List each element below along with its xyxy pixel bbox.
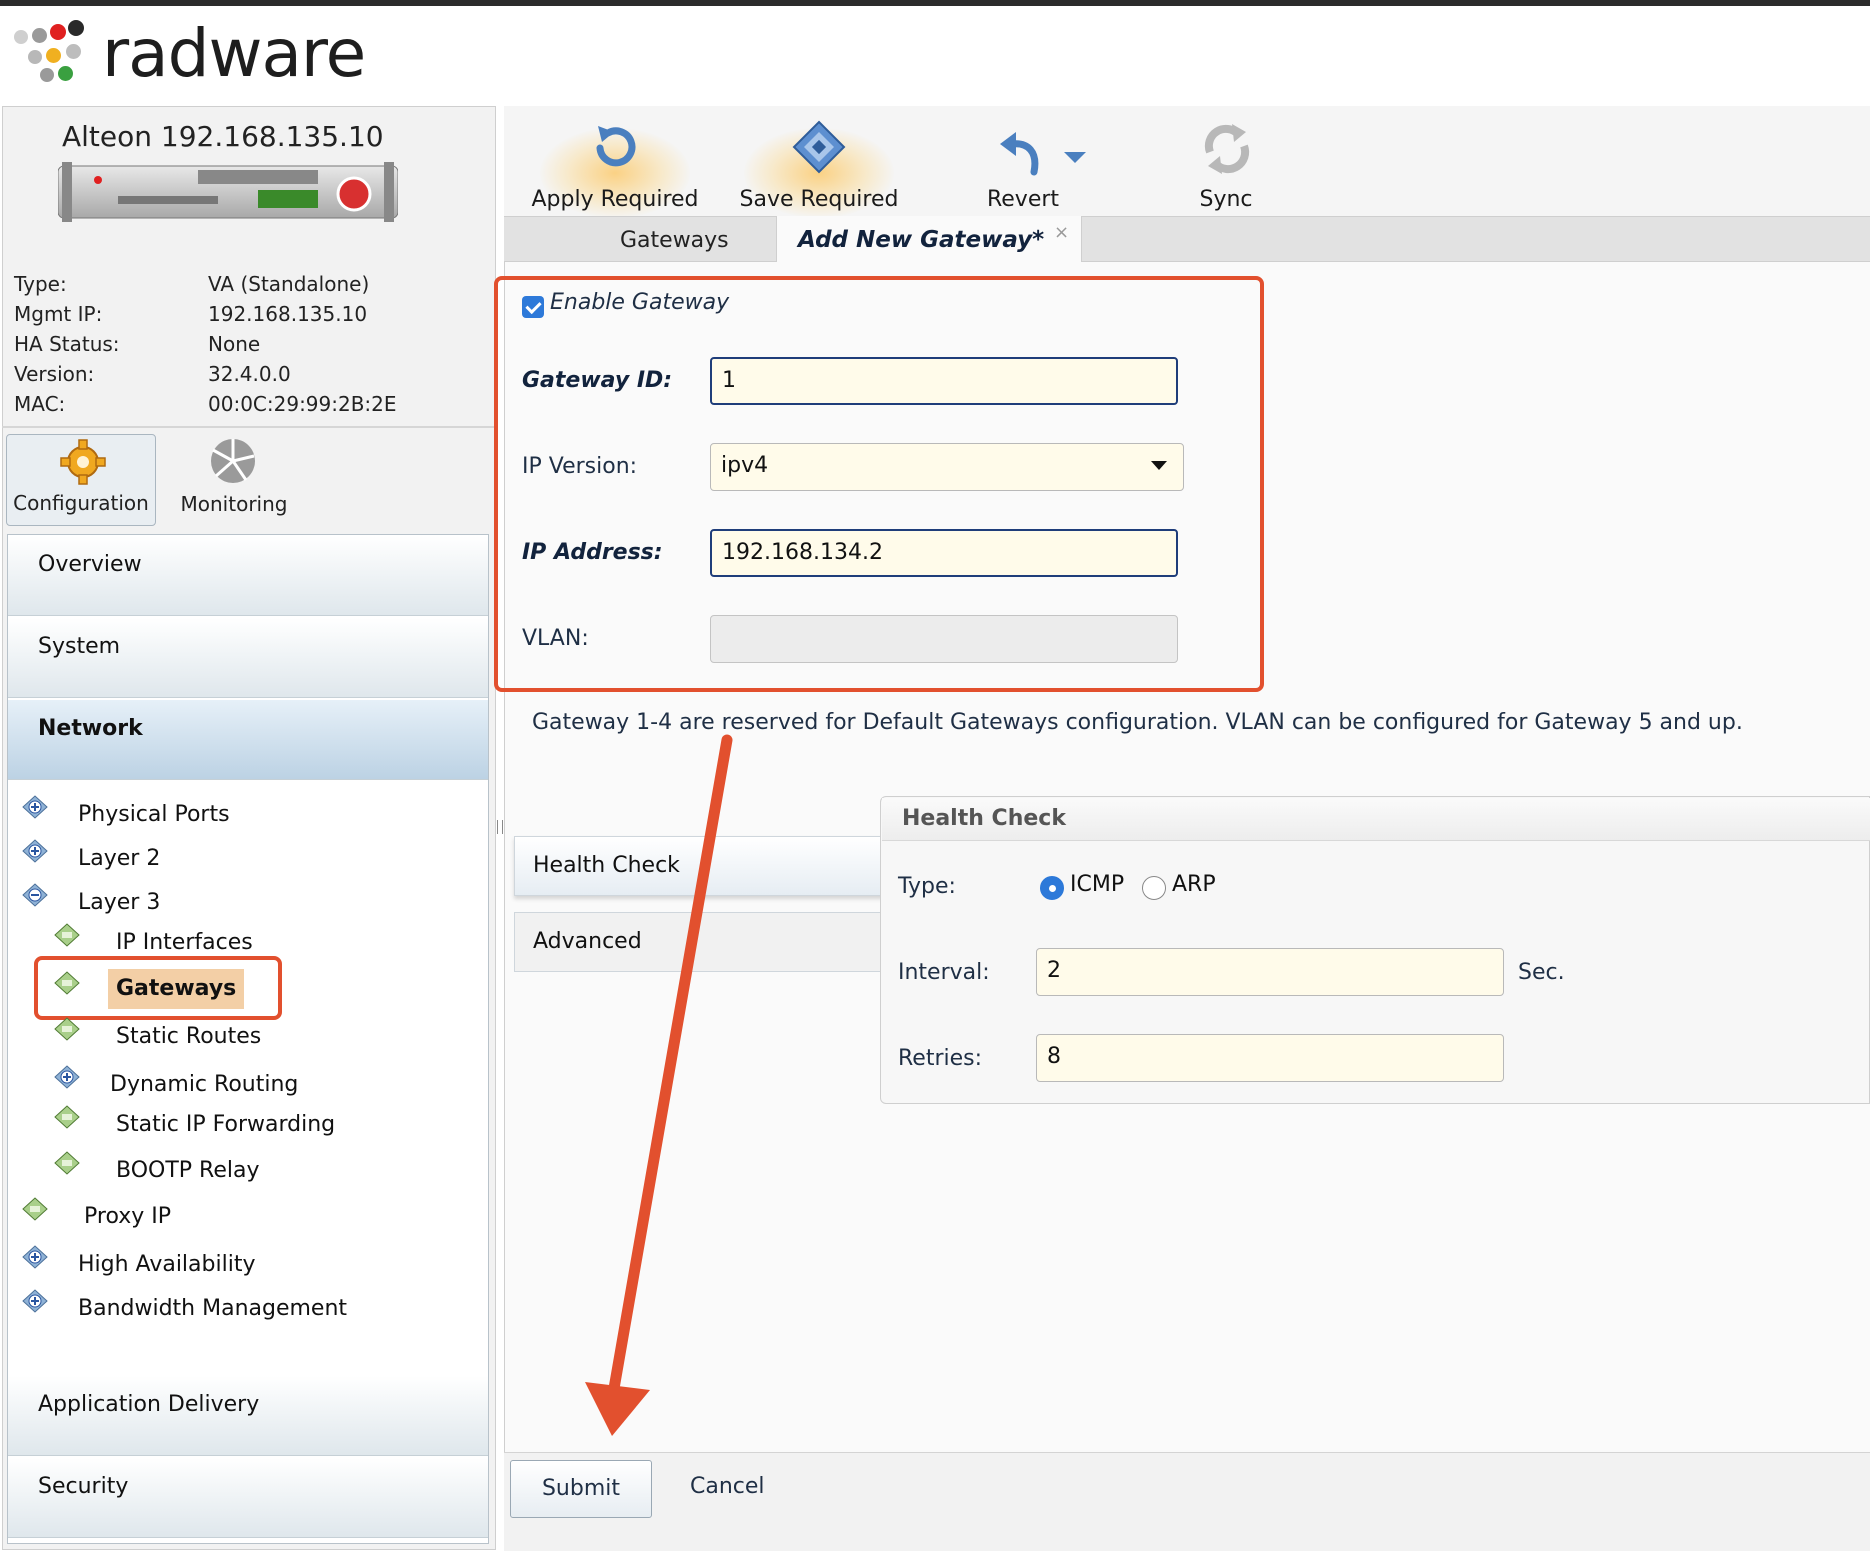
retries-input[interactable]: 8 xyxy=(1036,1034,1504,1082)
sync-button[interactable]: Sync xyxy=(1166,110,1286,216)
leaf-node-icon xyxy=(54,1017,80,1041)
radio-icmp-label: ICMP xyxy=(1070,872,1125,897)
info-label-mgmt-ip: Mgmt IP: xyxy=(14,302,103,326)
leaf-node-icon xyxy=(54,1151,80,1175)
apply-label: Apply Required xyxy=(531,187,699,212)
tab-gateways[interactable]: Gateways xyxy=(620,228,729,253)
tree-item-bandwidth-management[interactable]: Bandwidth Management xyxy=(78,1296,347,1321)
side-tab-advanced[interactable]: Advanced xyxy=(514,912,884,972)
tree-item-layer-3[interactable]: Layer 3 xyxy=(78,890,160,915)
device-title: Alteon 192.168.135.10 xyxy=(62,120,384,153)
save-button[interactable]: Save Required xyxy=(724,110,914,218)
side-tab-label: Advanced xyxy=(533,929,642,954)
revert-dropdown-icon[interactable] xyxy=(1064,152,1086,163)
tab-configuration[interactable]: Configuration xyxy=(6,434,156,526)
revert-icon xyxy=(1000,132,1039,176)
radio-icmp[interactable] xyxy=(1040,876,1064,900)
nav-section-security[interactable]: Security xyxy=(8,1458,488,1538)
top-border xyxy=(0,0,1870,6)
info-label-ha-status: HA Status: xyxy=(14,332,120,356)
nav-section-network[interactable]: Network xyxy=(8,700,488,780)
leaf-node-icon xyxy=(22,1197,48,1221)
tree-item-proxy-ip[interactable]: Proxy IP xyxy=(84,1204,171,1229)
nav-section-label: Overview xyxy=(38,552,142,577)
tree-item-static-routes[interactable]: Static Routes xyxy=(116,1024,261,1049)
retries-label: Retries: xyxy=(898,1046,983,1071)
tree-item-physical-ports[interactable]: Physical Ports xyxy=(78,802,230,827)
expand-icon[interactable] xyxy=(20,1244,50,1270)
info-label-mac: MAC: xyxy=(14,392,66,416)
expand-icon[interactable] xyxy=(20,794,50,820)
radio-arp[interactable] xyxy=(1142,876,1166,900)
interval-label: Interval: xyxy=(898,960,990,985)
tab-monitoring-label: Monitoring xyxy=(180,492,288,516)
interval-input[interactable]: 2 xyxy=(1036,948,1504,996)
leaf-node-icon xyxy=(54,923,80,947)
expand-icon[interactable] xyxy=(20,838,50,864)
tree-item-dynamic-routing[interactable]: Dynamic Routing xyxy=(110,1072,298,1097)
apply-button[interactable]: Apply Required xyxy=(520,110,710,218)
monitoring-icon xyxy=(211,439,255,483)
collapse-icon[interactable] xyxy=(20,882,50,908)
side-tab-health-check[interactable]: Health Check xyxy=(514,836,884,896)
type-label: Type: xyxy=(898,874,956,899)
tab-monitoring[interactable]: Monitoring xyxy=(164,434,304,526)
health-check-title: Health Check xyxy=(902,806,1066,831)
nav-section-label: Application Delivery xyxy=(38,1392,260,1417)
submit-button[interactable]: Submit xyxy=(510,1460,652,1518)
nav-section-overview[interactable]: Overview xyxy=(8,536,488,616)
gear-icon xyxy=(60,439,106,485)
info-value-version: 32.4.0.0 xyxy=(208,362,291,386)
info-label-type: Type: xyxy=(14,272,67,296)
expand-icon[interactable] xyxy=(52,1064,82,1090)
tree-item-bootp-relay[interactable]: BOOTP Relay xyxy=(116,1158,259,1183)
logo-text: radware xyxy=(102,15,366,92)
leaf-node-icon xyxy=(54,1105,80,1129)
nav-section-label: Security xyxy=(38,1474,129,1499)
divider xyxy=(2,426,496,428)
apply-icon xyxy=(596,126,636,167)
tree-item-layer-2[interactable]: Layer 2 xyxy=(78,846,160,871)
nav-section-application-delivery[interactable]: Application Delivery xyxy=(8,1376,488,1456)
tab-close-icon[interactable]: × xyxy=(1054,222,1069,243)
nav-section-label: Network xyxy=(38,716,143,741)
save-label: Save Required xyxy=(739,187,899,212)
expand-icon[interactable] xyxy=(20,1288,50,1314)
nav-section-label: System xyxy=(38,634,121,659)
save-icon xyxy=(792,120,846,174)
sync-label: Sync xyxy=(1199,187,1253,212)
annotation-highlight-box xyxy=(34,956,282,1020)
cancel-button[interactable]: Cancel xyxy=(690,1474,765,1499)
info-value-type: VA (Standalone) xyxy=(208,272,370,296)
interval-unit: Sec. xyxy=(1518,960,1565,985)
panel-splitter[interactable] xyxy=(497,820,503,834)
info-value-mac: 00:0C:29:99:2B:2E xyxy=(208,392,397,416)
info-label-version: Version: xyxy=(14,362,95,386)
info-value-ha-status: None xyxy=(208,332,261,356)
sync-icon xyxy=(1204,124,1250,174)
tab-add-new-gateway-label: Add New Gateway* xyxy=(798,227,1045,253)
tree-item-static-ip-forwarding[interactable]: Static IP Forwarding xyxy=(116,1112,335,1137)
radio-arp-label: ARP xyxy=(1172,872,1216,897)
tree-item-high-availability[interactable]: High Availability xyxy=(78,1252,255,1277)
side-tab-label: Health Check xyxy=(533,853,680,878)
tree-item-ip-interfaces[interactable]: IP Interfaces xyxy=(116,930,253,955)
tab-configuration-label: Configuration xyxy=(13,491,149,515)
revert-label: Revert xyxy=(986,187,1060,212)
gateway-note: Gateway 1-4 are reserved for Default Gat… xyxy=(532,710,1743,735)
annotation-highlight-box xyxy=(494,276,1264,692)
action-bar xyxy=(504,1452,1870,1551)
revert-button[interactable]: Revert xyxy=(960,110,1086,216)
info-value-mgmt-ip: 192.168.135.10 xyxy=(208,302,368,326)
nav-section-system[interactable]: System xyxy=(8,618,488,698)
radware-logo: radware xyxy=(10,14,370,94)
appliance-icon xyxy=(58,162,398,222)
